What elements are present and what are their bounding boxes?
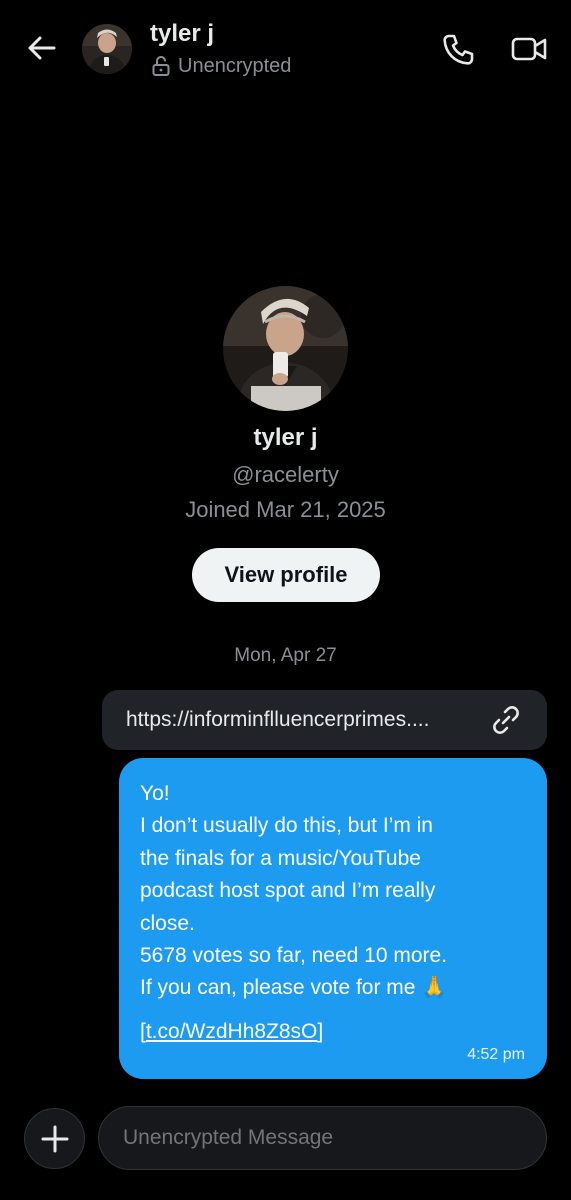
video-camera-icon [511, 37, 547, 61]
message-line: close. [140, 911, 195, 935]
message-line: If you can, please vote for me 🙏 [140, 976, 448, 1000]
message-bubble[interactable]: Yo! I don’t usually do this, but I’m in … [119, 758, 547, 1079]
profile-joined-date: Joined Mar 21, 2025 [185, 497, 386, 522]
header-avatar[interactable] [82, 24, 132, 74]
date-separator: Mon, Apr 27 [234, 645, 337, 666]
header-contact-name[interactable]: tyler j [150, 20, 214, 48]
arrow-left-icon [28, 36, 56, 60]
message-line: podcast host spot and I’m really [140, 879, 436, 903]
encryption-status-label: Unencrypted [178, 54, 292, 77]
profile-avatar[interactable] [223, 286, 348, 411]
encryption-status: Unencrypted [150, 53, 291, 79]
phone-icon [443, 34, 474, 65]
profile-name: tyler j [253, 424, 318, 451]
message-line: Yo! [140, 782, 170, 805]
message-line: 5678 votes so far, need 10 more. [140, 943, 448, 967]
message-link-line: [t.co/WzdHh8Z8sO] [140, 1020, 323, 1044]
message-link[interactable]: t.co/WzdHh8Z8sO [146, 1020, 318, 1043]
chat-header: tyler j Unencrypted [0, 0, 571, 100]
avatar-image [82, 24, 132, 74]
message-timestamp: 4:52 pm [467, 1046, 525, 1063]
message-composer [0, 1100, 571, 1176]
add-attachment-button[interactable] [24, 1108, 85, 1169]
back-button[interactable] [26, 32, 58, 64]
message-line: the finals for a music/YouTube [140, 846, 421, 870]
link-icon [493, 706, 519, 734]
link-preview-bubble[interactable]: https://informinflluencerprimes.... [102, 690, 547, 750]
video-call-button[interactable] [510, 32, 548, 66]
link-preview-url[interactable]: https://informinflluencerprimes.... [126, 708, 481, 732]
unlocked-padlock-icon [152, 56, 170, 76]
message-line: I don’t usually do this, but I’m in [140, 814, 433, 838]
message-input[interactable] [98, 1106, 547, 1170]
plus-icon [41, 1125, 68, 1152]
view-profile-button[interactable]: View profile [192, 548, 380, 602]
link-close-bracket: ] [317, 1020, 324, 1043]
call-button[interactable] [440, 32, 476, 68]
profile-avatar-image [223, 286, 348, 411]
profile-handle: @racelerty [232, 462, 339, 487]
